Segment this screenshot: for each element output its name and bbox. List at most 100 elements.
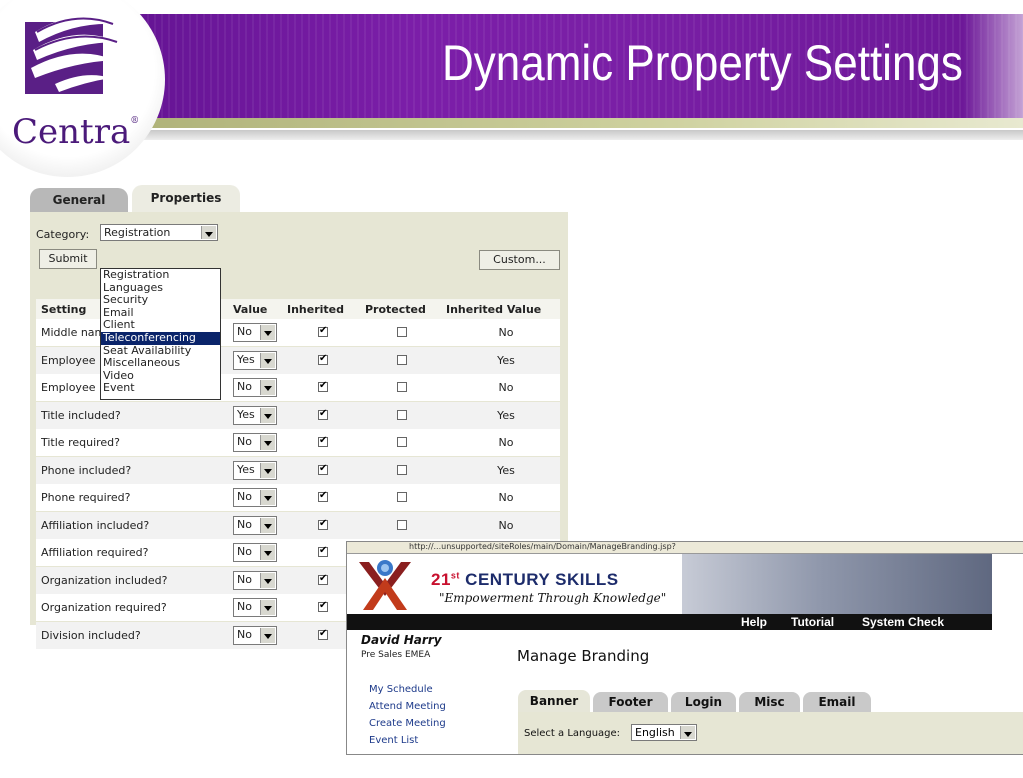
tab-email[interactable]: Email: [803, 692, 871, 712]
link-event-list[interactable]: Event List: [369, 735, 418, 746]
chevron-down-icon[interactable]: [680, 726, 695, 739]
tab-general[interactable]: General: [30, 188, 128, 212]
chevron-down-icon[interactable]: [260, 627, 275, 643]
table-row: Title required? No No: [36, 429, 560, 456]
inherited-value: No: [498, 491, 514, 504]
banner-tab-body: Select a Language: English: [518, 712, 1023, 754]
inherited-checkbox[interactable]: [318, 353, 328, 365]
value-select[interactable]: No: [233, 488, 277, 507]
category-label: Category:: [36, 228, 90, 241]
value-select[interactable]: No: [233, 323, 277, 342]
dropdown-option[interactable]: Miscellaneous: [101, 357, 220, 370]
value-select[interactable]: Yes: [233, 350, 277, 370]
category-dropdown-list[interactable]: Registration Languages Security Email Client…: [100, 268, 221, 400]
col-header-protected: Protected: [365, 303, 426, 316]
inherited-checkbox[interactable]: [318, 463, 328, 475]
address-bar[interactable]: http://...unsupported/siteRoles/main/Dom…: [347, 542, 1023, 554]
setting-name: Affiliation required?: [41, 546, 149, 559]
company-name: 21st CENTURY SKILLS: [431, 570, 619, 589]
header-gray-stripe: [140, 130, 1023, 140]
value-select[interactable]: No: [233, 625, 277, 645]
col-header-inherited-value: Inherited Value: [446, 303, 542, 316]
dropdown-option[interactable]: Registration: [101, 268, 220, 282]
value-select-value: Yes: [237, 407, 255, 421]
link-my-schedule[interactable]: My Schedule: [369, 684, 433, 695]
chevron-down-icon[interactable]: [260, 490, 275, 505]
dropdown-option[interactable]: Security: [101, 294, 220, 307]
dropdown-option[interactable]: Teleconferencing: [101, 331, 220, 345]
company-tagline: "Empowerment Through Knowledge": [439, 591, 667, 605]
protected-checkbox[interactable]: [397, 327, 407, 337]
table-row: Affiliation included? No No: [36, 511, 560, 539]
value-select[interactable]: No: [233, 598, 277, 617]
inherited-checkbox[interactable]: [318, 628, 328, 640]
value-select[interactable]: Yes: [233, 460, 277, 480]
value-select[interactable]: No: [233, 433, 277, 452]
chevron-down-icon[interactable]: [260, 380, 275, 395]
nav-system-check[interactable]: System Check: [862, 615, 944, 629]
col-header-setting: Setting: [41, 303, 87, 316]
inherited-checkbox[interactable]: [318, 545, 328, 557]
dropdown-option[interactable]: Event: [101, 382, 220, 395]
submit-button[interactable]: Submit: [39, 249, 97, 269]
tab-misc[interactable]: Misc: [739, 692, 800, 712]
inherited-checkbox[interactable]: [318, 518, 328, 530]
tab-properties[interactable]: Properties: [132, 185, 240, 212]
inherited-checkbox[interactable]: [318, 573, 328, 585]
value-select[interactable]: No: [233, 543, 277, 562]
col-header-value: Value: [233, 303, 268, 316]
inherited-value: No: [498, 326, 514, 339]
inherited-value: No: [498, 436, 514, 449]
inherited-checkbox[interactable]: [318, 380, 328, 392]
nav-help[interactable]: Help: [741, 615, 767, 629]
inherited-checkbox[interactable]: [318, 408, 328, 420]
protected-checkbox[interactable]: [397, 492, 407, 502]
value-select-value: No: [237, 572, 252, 586]
inherited-checkbox[interactable]: [318, 490, 328, 502]
tab-banner[interactable]: Banner: [518, 690, 590, 712]
chevron-down-icon[interactable]: [260, 462, 275, 478]
value-select[interactable]: No: [233, 570, 277, 590]
centra-logo-icon: [15, 2, 135, 102]
branding-window: http://...unsupported/siteRoles/main/Dom…: [346, 541, 1023, 755]
chevron-down-icon[interactable]: [260, 435, 275, 450]
custom-button[interactable]: Custom...: [479, 250, 560, 270]
setting-name: Division included?: [41, 628, 141, 642]
link-create-meeting[interactable]: Create Meeting: [369, 718, 446, 729]
value-select-value: Yes: [237, 462, 255, 476]
protected-checkbox[interactable]: [397, 464, 407, 475]
chevron-down-icon[interactable]: [260, 517, 275, 533]
chevron-down-icon[interactable]: [260, 407, 275, 423]
value-select[interactable]: Yes: [233, 405, 277, 425]
language-select[interactable]: English: [631, 724, 697, 741]
protected-checkbox[interactable]: [397, 382, 407, 392]
inherited-checkbox[interactable]: [318, 325, 328, 337]
nav-tutorial[interactable]: Tutorial: [791, 615, 834, 629]
tab-footer[interactable]: Footer: [593, 692, 668, 712]
chevron-down-icon[interactable]: [260, 325, 275, 340]
user-role: Pre Sales EMEA: [361, 650, 431, 660]
address-url: http://...unsupported/siteRoles/main/Dom…: [409, 542, 676, 551]
protected-checkbox[interactable]: [397, 519, 407, 530]
chevron-down-icon[interactable]: [201, 226, 216, 239]
inherited-checkbox[interactable]: [318, 600, 328, 612]
slide-header: Centra® Dynamic Property Settings: [0, 0, 1023, 180]
protected-checkbox[interactable]: [397, 354, 407, 365]
protected-checkbox[interactable]: [397, 409, 407, 420]
chevron-down-icon[interactable]: [260, 352, 275, 368]
chevron-down-icon[interactable]: [260, 572, 275, 588]
banner-photo: [682, 554, 992, 614]
value-select[interactable]: No: [233, 515, 277, 535]
inherited-value: Yes: [497, 353, 515, 367]
tab-login[interactable]: Login: [671, 692, 736, 712]
inherited-value: No: [498, 381, 514, 394]
link-attend-meeting[interactable]: Attend Meeting: [369, 701, 446, 712]
chevron-down-icon[interactable]: [260, 600, 275, 615]
value-select[interactable]: No: [233, 378, 277, 397]
table-row: Phone included? Yes Yes: [36, 456, 560, 484]
setting-name: Organization included?: [41, 573, 168, 587]
inherited-checkbox[interactable]: [318, 435, 328, 447]
category-select[interactable]: Registration: [100, 224, 218, 241]
chevron-down-icon[interactable]: [260, 545, 275, 560]
protected-checkbox[interactable]: [397, 437, 407, 447]
